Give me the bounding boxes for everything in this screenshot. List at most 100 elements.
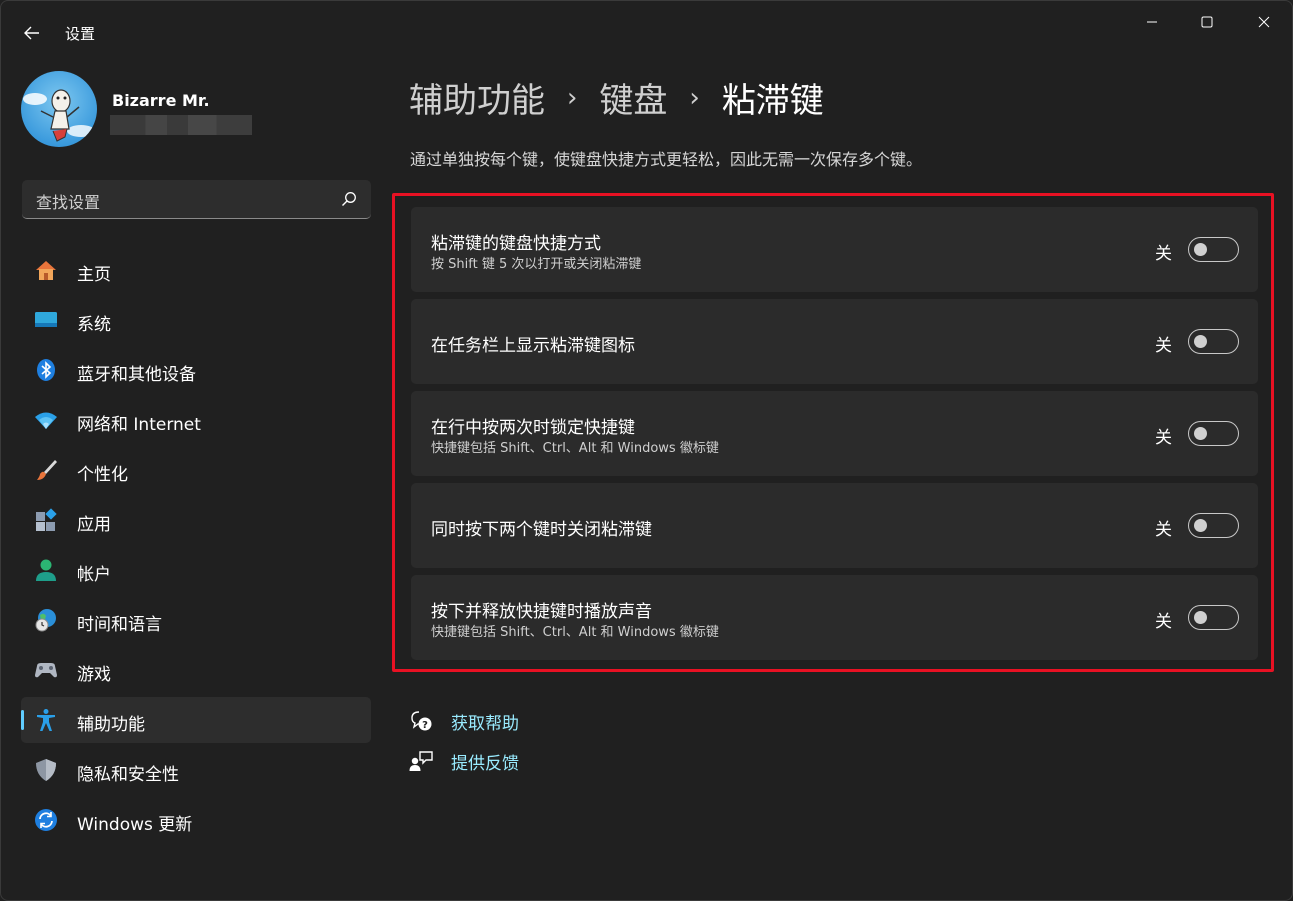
breadcrumb-chevron-icon: › xyxy=(689,82,700,113)
toggle-switch[interactable] xyxy=(1188,237,1239,262)
svg-text:?: ? xyxy=(422,720,428,731)
sidebar-item-gaming[interactable]: 游戏 xyxy=(21,647,371,693)
toggle-state-label: 关 xyxy=(1155,336,1172,356)
sidebar-item-system[interactable]: 系统 xyxy=(21,297,371,343)
account-icon xyxy=(34,558,58,582)
system-icon xyxy=(34,308,58,332)
sidebar-item-label: 网络和 Internet xyxy=(77,415,201,435)
app-title: 设置 xyxy=(65,25,96,43)
shield-icon xyxy=(34,758,58,782)
setting-play-sound[interactable]: 按下并释放快捷键时播放声音 快捷键包括 Shift、Ctrl、Alt 和 Win… xyxy=(411,575,1258,660)
sidebar-item-label: 隐私和安全性 xyxy=(77,765,179,785)
sidebar-item-windows-update[interactable]: Windows 更新 xyxy=(21,797,371,843)
sidebar-item-home[interactable]: 主页 xyxy=(21,247,371,293)
wifi-icon xyxy=(34,408,58,432)
bluetooth-icon xyxy=(34,358,58,382)
toggle-knob xyxy=(1194,335,1207,348)
profile-name: Bizarre Mr. xyxy=(112,91,210,110)
setting-subtitle: 按 Shift 键 5 次以打开或关闭粘滞键 xyxy=(431,257,642,272)
profile-email-redacted xyxy=(110,115,252,135)
close-button[interactable] xyxy=(1241,7,1287,37)
setting-title: 同时按下两个键时关闭粘滞键 xyxy=(431,520,652,540)
sidebar-item-accessibility[interactable]: 辅助功能 xyxy=(21,697,371,743)
sidebar-item-privacy[interactable]: 隐私和安全性 xyxy=(21,747,371,793)
breadcrumb: 辅助功能 › 键盘 › 粘滞键 xyxy=(409,73,824,122)
sidebar-item-label: 游戏 xyxy=(77,665,111,685)
setting-lock-shortcut-keys[interactable]: 在行中按两次时锁定快捷键 快捷键包括 Shift、Ctrl、Alt 和 Wind… xyxy=(411,391,1258,476)
sidebar-item-apps[interactable]: 应用 xyxy=(21,497,371,543)
sidebar-item-personalization[interactable]: 个性化 xyxy=(21,447,371,493)
toggle-switch[interactable] xyxy=(1188,421,1239,446)
toggle-state-label: 关 xyxy=(1155,520,1172,540)
maximize-icon xyxy=(1201,16,1213,28)
settings-list: 粘滞键的键盘快捷方式 按 Shift 键 5 次以打开或关闭粘滞键 关 在任务栏… xyxy=(411,207,1258,667)
help-links: ? 获取帮助 提供反馈 xyxy=(408,701,519,781)
maximize-button[interactable] xyxy=(1184,7,1230,37)
sidebar-item-time-language[interactable]: 时间和语言 xyxy=(21,597,371,643)
toggle-switch[interactable] xyxy=(1188,329,1239,354)
give-feedback-link[interactable]: 提供反馈 xyxy=(408,741,519,781)
avatar xyxy=(21,71,97,147)
title-bar: 设置 xyxy=(1,1,1292,63)
toggle-state-label: 关 xyxy=(1155,244,1172,264)
page-description: 通过单独按每个键，使键盘快捷方式更轻松，因此无需一次保存多个键。 xyxy=(410,150,923,169)
brush-icon xyxy=(34,458,58,482)
setting-title: 按下并释放快捷键时播放声音 xyxy=(431,602,652,622)
sidebar-item-bluetooth[interactable]: 蓝牙和其他设备 xyxy=(21,347,371,393)
accessibility-icon xyxy=(34,708,58,732)
apps-icon xyxy=(34,508,58,532)
setting-subtitle: 快捷键包括 Shift、Ctrl、Alt 和 Windows 徽标键 xyxy=(431,625,719,640)
feedback-icon xyxy=(408,748,434,774)
setting-turn-off-two-keys[interactable]: 同时按下两个键时关闭粘滞键 关 xyxy=(411,483,1258,568)
user-profile[interactable]: Bizarre Mr. xyxy=(21,71,252,147)
home-icon xyxy=(34,258,58,282)
search-icon[interactable] xyxy=(341,191,357,207)
toggle-switch[interactable] xyxy=(1188,513,1239,538)
time-language-icon xyxy=(34,608,58,632)
setting-title: 在行中按两次时锁定快捷键 xyxy=(431,418,635,438)
minimize-icon xyxy=(1147,21,1157,23)
toggle-knob xyxy=(1194,611,1207,624)
search-box[interactable]: 查找设置 xyxy=(22,180,371,219)
sidebar-item-label: 应用 xyxy=(77,515,111,535)
toggle-state-label: 关 xyxy=(1155,428,1172,448)
sidebar-item-label: 主页 xyxy=(77,265,111,285)
page-title: 粘滞键 xyxy=(721,81,824,121)
breadcrumb-item-keyboard[interactable]: 键盘 xyxy=(599,73,667,122)
sidebar-item-label: 时间和语言 xyxy=(77,615,162,635)
back-arrow-icon xyxy=(24,26,39,40)
minimize-button[interactable] xyxy=(1129,7,1175,37)
breadcrumb-item-accessibility[interactable]: 辅助功能 xyxy=(409,73,545,122)
toggle-switch[interactable] xyxy=(1188,605,1239,630)
setting-subtitle: 快捷键包括 Shift、Ctrl、Alt 和 Windows 徽标键 xyxy=(431,441,719,456)
sidebar-item-label: 蓝牙和其他设备 xyxy=(77,365,196,385)
toggle-state-label: 关 xyxy=(1155,612,1172,632)
settings-window: 设置 Bizarre Mr. 查找设置 主页 系统 蓝牙和其他设备 网络和 In… xyxy=(0,0,1293,901)
avatar-image xyxy=(21,71,97,147)
back-button[interactable] xyxy=(15,18,49,48)
sidebar-item-label: Windows 更新 xyxy=(77,815,193,835)
search-input[interactable]: 查找设置 xyxy=(36,189,100,213)
update-icon xyxy=(34,808,58,832)
setting-show-taskbar-icon[interactable]: 在任务栏上显示粘滞键图标 关 xyxy=(411,299,1258,384)
setting-title: 粘滞键的键盘快捷方式 xyxy=(431,234,601,254)
close-icon xyxy=(1258,16,1270,28)
help-chat-icon: ? xyxy=(408,708,434,734)
sidebar-nav: 主页 系统 蓝牙和其他设备 网络和 Internet 个性化 应用 帐户 时间和… xyxy=(21,247,371,847)
toggle-knob xyxy=(1194,427,1207,440)
sidebar-item-label: 帐户 xyxy=(77,565,111,585)
gaming-icon xyxy=(34,658,58,682)
get-help-link[interactable]: ? 获取帮助 xyxy=(408,701,519,741)
sidebar-item-label: 个性化 xyxy=(77,465,128,485)
sidebar-item-network[interactable]: 网络和 Internet xyxy=(21,397,371,443)
breadcrumb-chevron-icon: › xyxy=(567,82,578,113)
toggle-knob xyxy=(1194,519,1207,532)
sidebar-item-label: 辅助功能 xyxy=(77,715,145,735)
give-feedback-label[interactable]: 提供反馈 xyxy=(451,749,519,774)
get-help-label[interactable]: 获取帮助 xyxy=(451,709,519,734)
setting-title: 在任务栏上显示粘滞键图标 xyxy=(431,336,635,356)
toggle-knob xyxy=(1194,243,1207,256)
sidebar-item-label: 系统 xyxy=(77,315,111,335)
setting-sticky-keys-shortcut[interactable]: 粘滞键的键盘快捷方式 按 Shift 键 5 次以打开或关闭粘滞键 关 xyxy=(411,207,1258,292)
sidebar-item-accounts[interactable]: 帐户 xyxy=(21,547,371,593)
